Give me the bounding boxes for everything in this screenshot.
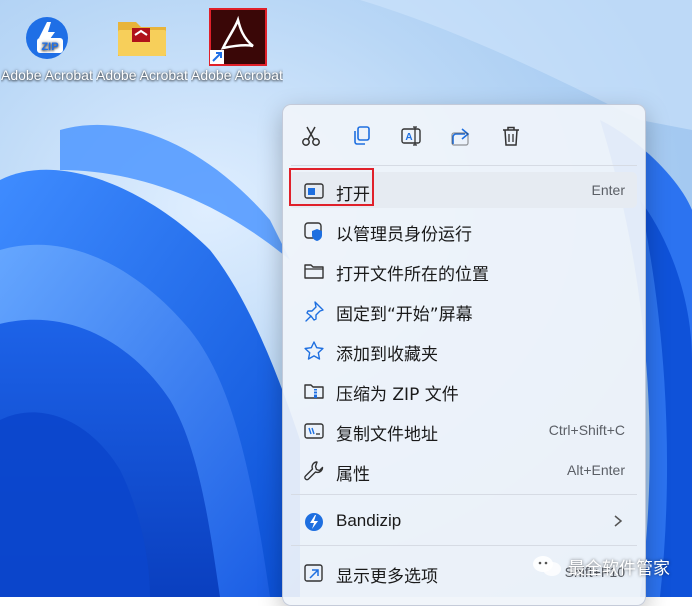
menu-item-open-file-location[interactable]: 打开文件所在的位置: [289, 252, 637, 288]
star-icon: [304, 341, 324, 360]
wechat-icon: [533, 556, 561, 576]
menu-item-copy-path[interactable]: 复制文件地址 Ctrl+Shift+C: [289, 412, 637, 448]
zip-icon: [304, 384, 324, 399]
desktop-icon-label: Adobe Acrobat DC: [191, 67, 283, 83]
chevron-right-icon: [614, 515, 623, 527]
desktop-icon-label: Adobe Acrobat P...: [96, 67, 188, 83]
svg-text:ZIP: ZIP: [41, 41, 58, 53]
cut-icon: [302, 126, 320, 146]
cut-button[interactable]: [295, 121, 327, 151]
desktop-icon-acrobat-folder[interactable]: Adobe Acrobat P...: [96, 0, 188, 85]
menu-separator: [291, 545, 637, 546]
menu-item-label: 固定到“开始”屏幕: [336, 305, 473, 325]
menu-item-label: 显示更多选项: [336, 567, 438, 587]
menu-item-bandizip[interactable]: Bandizip: [289, 503, 637, 539]
menu-item-label: 以管理员身份运行: [336, 225, 472, 245]
desktop-icon-acrobat-zip[interactable]: ZIP Adobe Acrobat P...: [1, 0, 93, 85]
menu-item-shortcut: Alt+Enter: [567, 462, 625, 478]
copy-button[interactable]: [345, 121, 377, 151]
desktop-icon-label: Adobe Acrobat P...: [1, 67, 93, 83]
menu-item-shortcut: Enter: [591, 182, 625, 198]
rename-button[interactable]: A: [395, 121, 427, 151]
menu-item-shortcut: Ctrl+Shift+C: [548, 422, 625, 438]
delete-button[interactable]: [495, 121, 527, 151]
run-as-admin-icon: [304, 222, 322, 241]
menu-item-label: 复制文件地址: [336, 425, 438, 445]
watermark-text: 最全软件管家: [568, 558, 670, 579]
acrobat-dc-icon: [209, 8, 267, 66]
svg-text:A: A: [405, 132, 412, 143]
more-options-icon: [304, 564, 323, 582]
menu-item-label: Bandizip: [336, 511, 402, 530]
bandizip-icon: [305, 513, 323, 531]
copy-icon: [354, 126, 370, 145]
menu-item-label: 属性: [336, 465, 370, 485]
watermark: 最全软件管家: [532, 551, 670, 581]
folder-icon: [114, 8, 170, 64]
desktop-icon-acrobat-dc[interactable]: Adobe Acrobat DC: [191, 0, 283, 85]
delete-icon: [503, 126, 519, 146]
context-menu-toolbar: A: [283, 105, 645, 165]
menu-item-run-as-admin[interactable]: 以管理员身份运行: [289, 212, 637, 248]
pin-icon: [305, 301, 324, 322]
share-button[interactable]: [445, 121, 477, 151]
menu-item-properties[interactable]: 属性 Alt+Enter: [289, 452, 637, 488]
rename-icon: A: [401, 126, 421, 146]
highlight-box: [289, 168, 374, 206]
share-icon: [451, 128, 470, 146]
folder-icon: [304, 264, 324, 279]
menu-item-label: 压缩为 ZIP 文件: [336, 385, 459, 405]
menu-item-pin-to-start[interactable]: 固定到“开始”屏幕: [289, 292, 637, 328]
menu-item-label: 添加到收藏夹: [336, 345, 438, 365]
menu-item-compress-zip[interactable]: 压缩为 ZIP 文件: [289, 372, 637, 408]
menu-item-label: 打开文件所在的位置: [336, 265, 489, 285]
copy-path-icon: [304, 423, 324, 439]
wrench-icon: [304, 461, 324, 481]
zip-file-icon: ZIP: [19, 8, 75, 64]
menu-separator: [291, 165, 637, 166]
menu-item-add-to-favorites[interactable]: 添加到收藏夹: [289, 332, 637, 368]
menu-separator: [291, 494, 637, 495]
